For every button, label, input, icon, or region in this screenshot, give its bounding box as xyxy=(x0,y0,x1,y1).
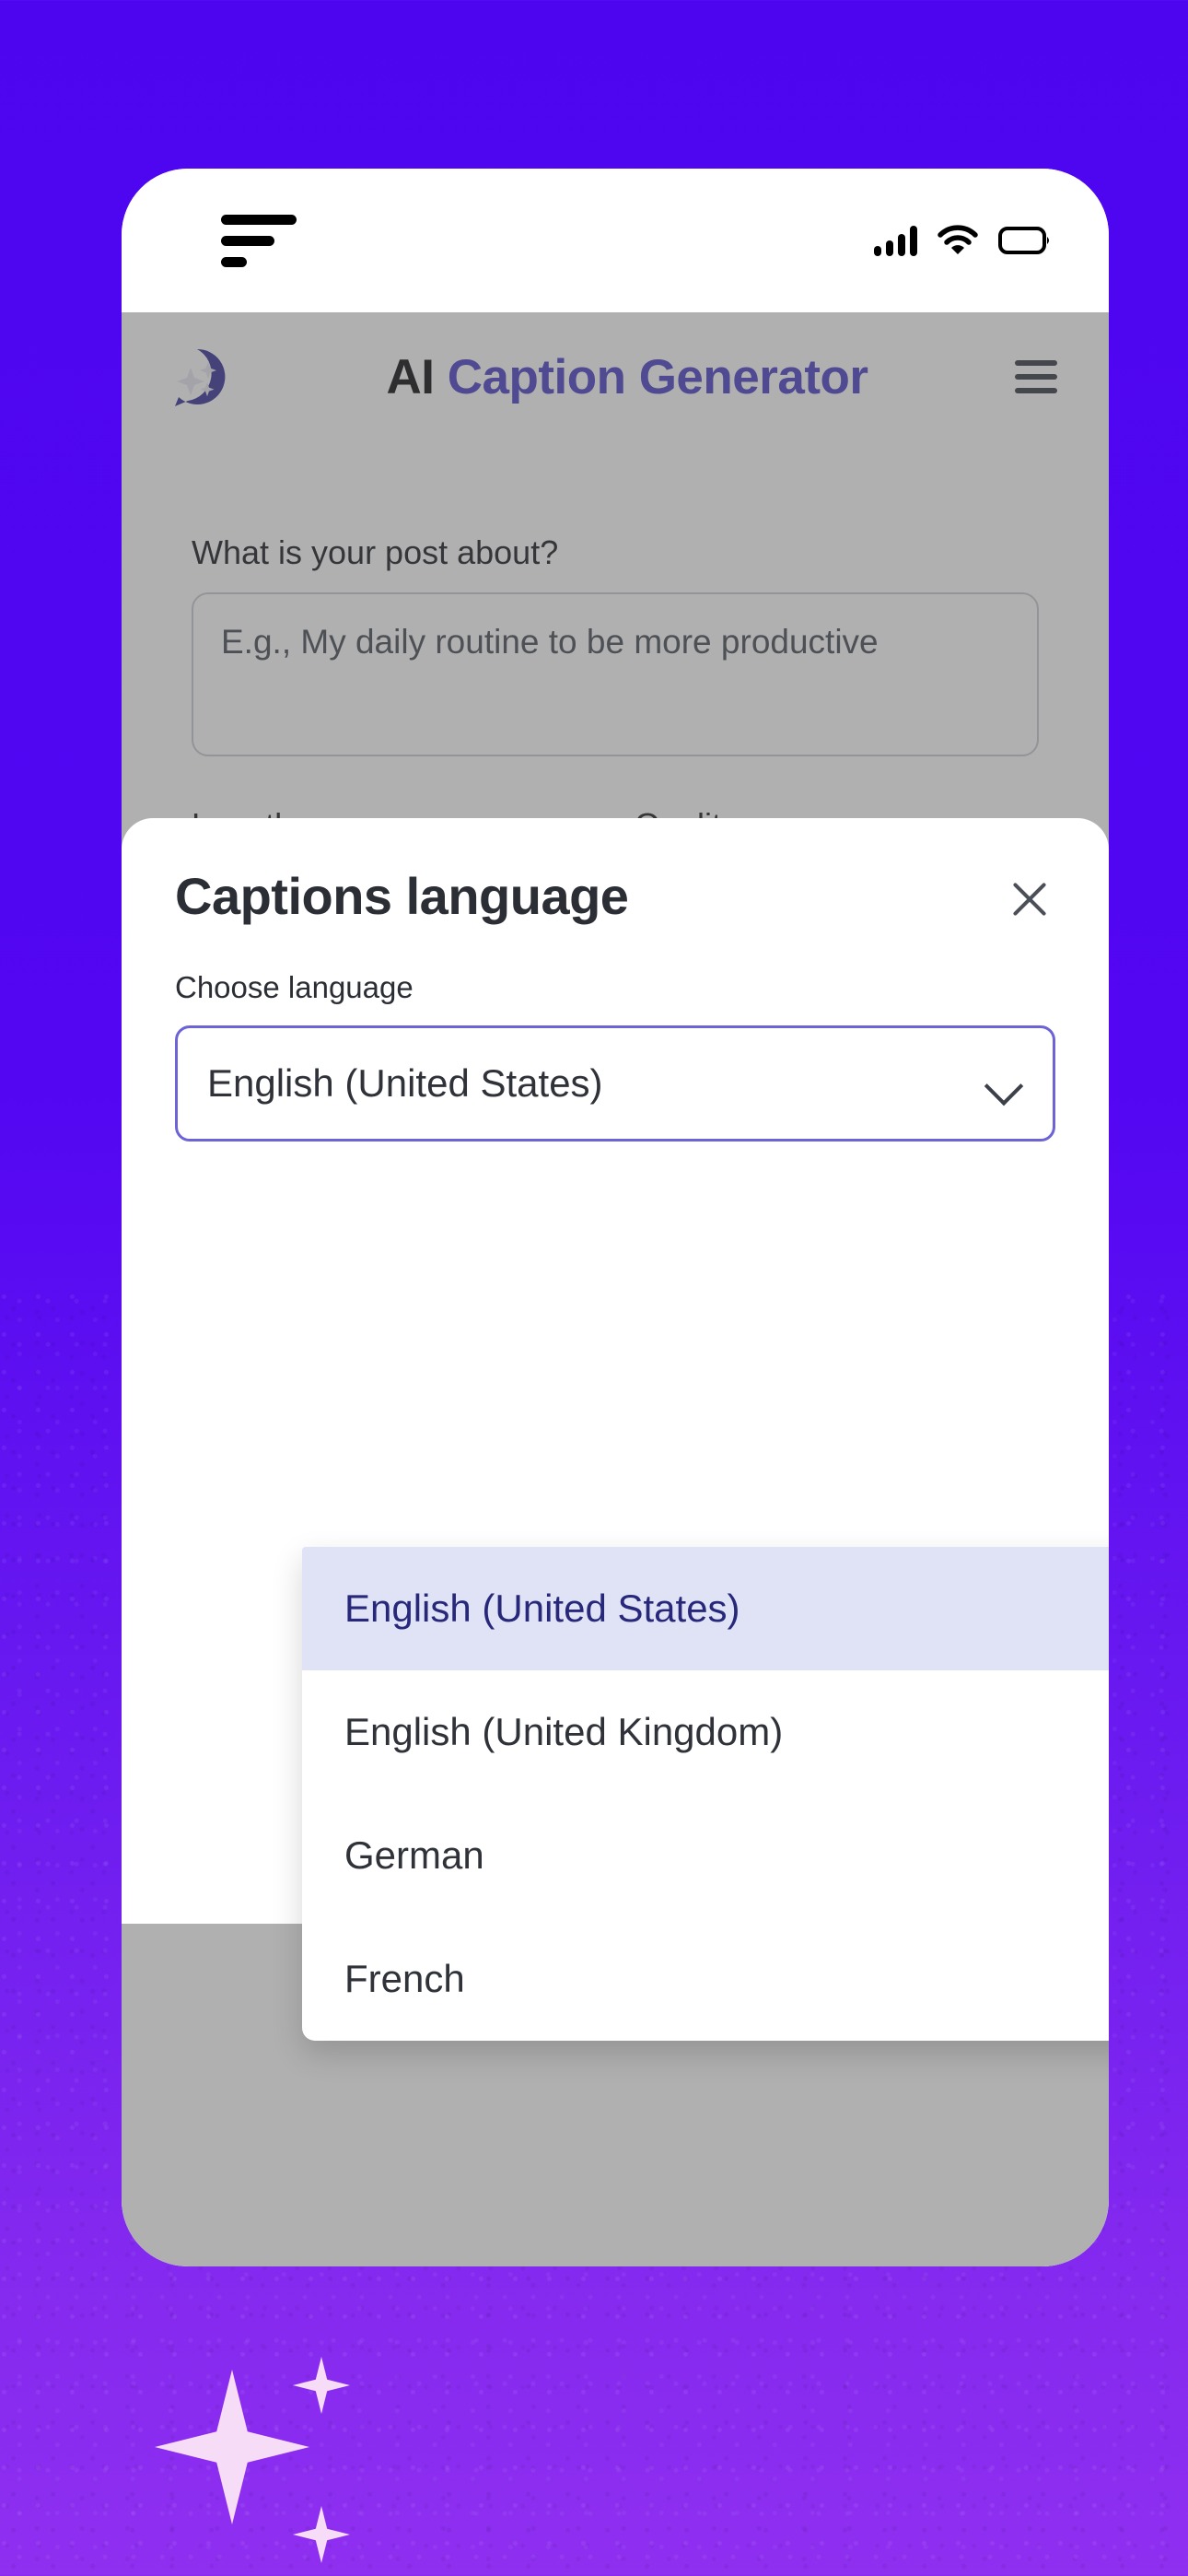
status-bar xyxy=(122,169,1109,312)
post-about-label: What is your post about? xyxy=(192,533,559,571)
dropdown-option-french[interactable]: French xyxy=(302,1917,1109,2041)
sparkle-icon-small-bottom xyxy=(293,2506,350,2563)
wifi-icon xyxy=(938,225,978,254)
app-header: AI Caption Generator xyxy=(122,312,1109,441)
modal-title: Captions language xyxy=(175,867,629,925)
title-ai: AI xyxy=(386,349,435,404)
chevron-down-icon xyxy=(984,1072,1021,1095)
language-select[interactable]: English (United States) xyxy=(175,1025,1055,1142)
app-logo xyxy=(155,345,239,408)
battery-icon xyxy=(998,227,1049,254)
sparkle-icon-small-top xyxy=(293,2357,350,2414)
status-indicators xyxy=(874,225,1052,256)
sparkle-decorations xyxy=(138,2314,451,2576)
dropdown-option-english-uk[interactable]: English (United Kingdom) xyxy=(302,1670,1109,1794)
cellular-signal-icon xyxy=(874,225,917,256)
hamburger-menu-icon[interactable] xyxy=(1015,360,1057,393)
title-caption-generator: Caption Generator xyxy=(447,349,868,404)
choose-language-label: Choose language xyxy=(175,970,413,1004)
sparkle-icon-large xyxy=(155,2370,309,2524)
language-select-value: English (United States) xyxy=(207,1061,603,1105)
post-about-input[interactable]: E.g., My daily routine to be more produc… xyxy=(192,592,1039,756)
dropdown-option-german[interactable]: German xyxy=(302,1794,1109,1917)
menu-lines-icon xyxy=(221,214,297,267)
page-title: AI Caption Generator xyxy=(239,349,1015,405)
language-options-dropdown[interactable]: English (United States) English (United … xyxy=(302,1547,1109,2041)
dropdown-option-english-us[interactable]: English (United States) xyxy=(302,1547,1109,1670)
ai-chat-sparkle-logo-icon xyxy=(175,348,226,406)
close-icon[interactable] xyxy=(1004,873,1055,925)
phone-frame: AI Caption Generator What is your post a… xyxy=(122,169,1109,2266)
modal-header: Captions language xyxy=(175,866,1055,926)
